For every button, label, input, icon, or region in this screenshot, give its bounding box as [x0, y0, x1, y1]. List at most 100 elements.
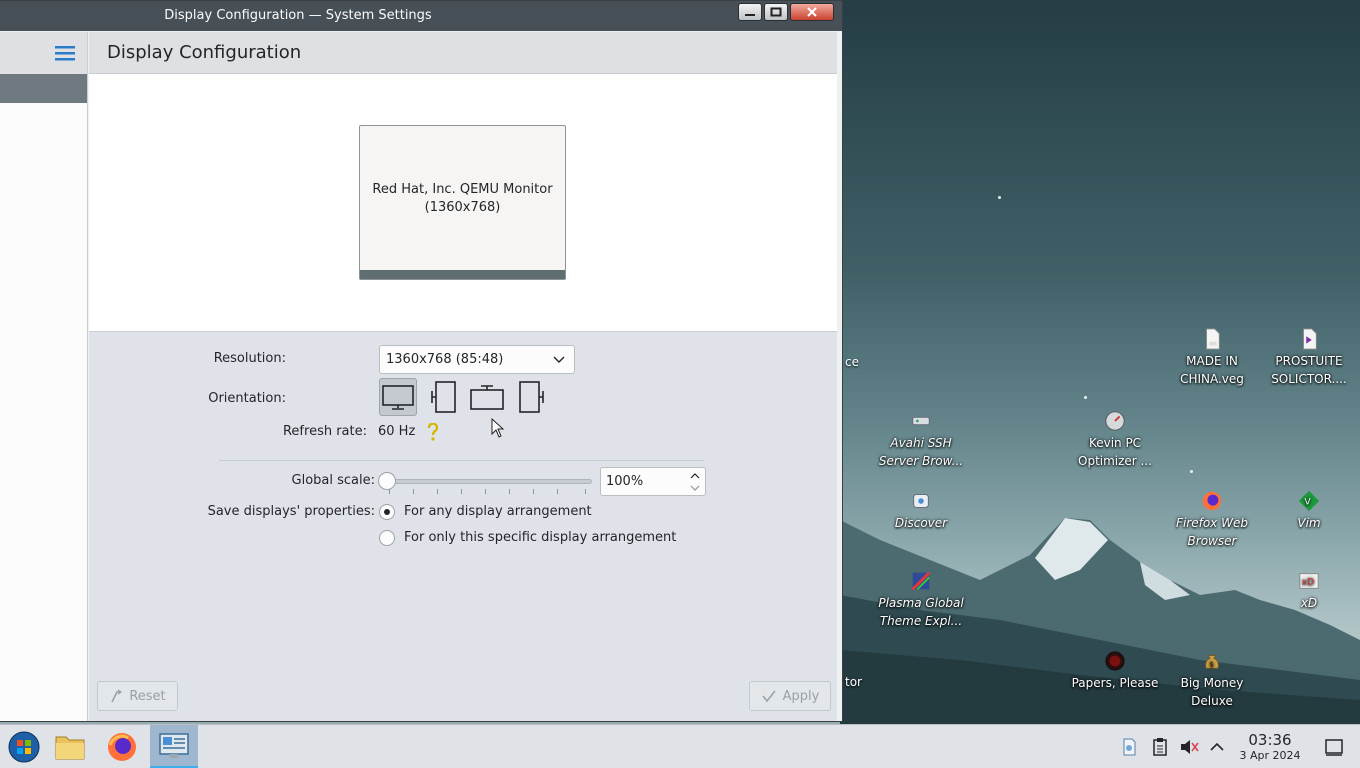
- desktop-icon-kevin-pc[interactable]: Kevin PC Optimizer ...: [1067, 410, 1163, 470]
- digital-clock[interactable]: 03:36 3 Apr 2024: [1232, 732, 1308, 763]
- checkmark-icon: [762, 690, 776, 703]
- firefox-icon: [1202, 491, 1222, 511]
- refresh-rate-label: Refresh rate:: [282, 424, 367, 439]
- resolution-label: Resolution:: [213, 351, 286, 366]
- radio-specific-arrangement-label[interactable]: For only this specific display arrangeme…: [404, 530, 676, 545]
- spin-arrows-icon[interactable]: [689, 470, 701, 494]
- orientation-inverted-button[interactable]: [468, 378, 506, 416]
- clipped-desktop-label: tor: [845, 675, 862, 689]
- desktop-icon-discover[interactable]: Discover: [873, 490, 969, 532]
- minimize-button[interactable]: [738, 3, 762, 21]
- start-menu-button[interactable]: [0, 725, 48, 768]
- vim-icon: V: [1298, 490, 1320, 512]
- radio-any-arrangement-label[interactable]: For any display arrangement: [404, 504, 592, 519]
- sidebar-header: [0, 32, 87, 74]
- global-scale-value: 100%: [606, 474, 644, 489]
- desktop-icon-papers-please[interactable]: Papers, Please: [1067, 650, 1163, 692]
- firefox-icon: [108, 733, 136, 761]
- system-settings-icon: [159, 732, 189, 758]
- reset-label: Reset: [129, 688, 166, 704]
- minimize-icon: [745, 14, 755, 16]
- slider-tick: [389, 489, 390, 494]
- radio-any-arrangement[interactable]: [379, 504, 395, 520]
- desktop-icon-firefox[interactable]: Firefox Web Browser: [1164, 490, 1260, 550]
- radio-specific-arrangement[interactable]: [379, 530, 395, 546]
- resolution-value: 1360x768 (85:48): [386, 352, 504, 367]
- desktop-icon-made-in-china[interactable]: MADE IN CHINA.veg: [1164, 328, 1260, 388]
- close-icon: [807, 7, 817, 17]
- landscape-monitor-icon: [382, 385, 414, 410]
- orientation-label: Orientation:: [208, 391, 286, 406]
- close-button[interactable]: [790, 3, 834, 21]
- star: [1190, 470, 1193, 473]
- start-orb-icon: [8, 731, 40, 763]
- main-content: Display Configuration Red Hat, Inc. QEMU…: [89, 32, 837, 721]
- reset-button[interactable]: Reset: [97, 681, 178, 711]
- mouse-cursor-icon: [491, 418, 505, 438]
- refresh-rate-value: 60 Hz: [378, 424, 416, 439]
- slider-tick: [533, 489, 534, 494]
- help-question-icon[interactable]: [427, 423, 439, 441]
- save-properties-label: Save displays' properties:: [207, 504, 375, 519]
- chevron-up-icon[interactable]: [1207, 737, 1227, 757]
- taskbar-system-settings[interactable]: [150, 725, 198, 768]
- optimizer-icon: [1105, 411, 1125, 431]
- file-icon: [1206, 328, 1220, 350]
- orientation-landscape-button[interactable]: [379, 378, 417, 416]
- global-scale-slider-handle[interactable]: [378, 472, 396, 490]
- clipped-desktop-label: ce: [845, 355, 859, 369]
- network-icon: [912, 416, 930, 426]
- svg-text:V: V: [1304, 497, 1311, 508]
- monitor-name: Red Hat, Inc. QEMU Monitor: [372, 182, 553, 197]
- svg-text:xD: xD: [1302, 577, 1314, 588]
- orientation-portrait-right-button[interactable]: [513, 378, 551, 416]
- desktop-icon-plasma-theme[interactable]: Plasma Global Theme Expl...: [873, 570, 969, 630]
- star: [1084, 396, 1087, 399]
- folder-icon: [55, 736, 85, 760]
- clock-date: 3 Apr 2024: [1239, 749, 1301, 762]
- clock-time: 03:36: [1248, 731, 1292, 749]
- slider-tick: [461, 489, 462, 494]
- show-desktop-icon[interactable]: [1324, 737, 1344, 757]
- chevron-down-icon: [553, 356, 565, 363]
- sidebar-item-selected[interactable]: [0, 74, 87, 103]
- visual-studio-file-icon: [1303, 328, 1317, 350]
- apply-button[interactable]: Apply: [749, 681, 831, 711]
- desktop-icon-avahi-ssh[interactable]: Avahi SSH Server Brow...: [873, 410, 969, 470]
- sidebar: [0, 32, 88, 721]
- desktop-icon-big-money[interactable]: $ Big Money Deluxe: [1164, 650, 1260, 710]
- star: [998, 196, 1001, 199]
- slider-tick: [413, 489, 414, 494]
- orientation-portrait-left-button[interactable]: [424, 378, 462, 416]
- monitor-bar: [360, 270, 565, 279]
- clipboard-icon[interactable]: [1150, 737, 1170, 757]
- hamburger-menu-icon[interactable]: [55, 45, 75, 61]
- taskbar-firefox[interactable]: [98, 725, 146, 768]
- slider-tick: [509, 489, 510, 494]
- slider-tick: [585, 489, 586, 494]
- slider-tick: [557, 489, 558, 494]
- maximize-button[interactable]: [764, 3, 788, 21]
- tray-app-icon[interactable]: [1119, 737, 1139, 757]
- window-titlebar[interactable]: Display Configuration — System Settings: [0, 1, 842, 31]
- desktop-icon-xd[interactable]: xD xD: [1261, 570, 1357, 612]
- papers-please-icon: [1105, 651, 1125, 671]
- apply-label: Apply: [782, 688, 820, 704]
- desktop-icon-vim[interactable]: V Vim: [1261, 490, 1357, 532]
- window-controls: [738, 3, 834, 21]
- volume-muted-icon[interactable]: [1179, 737, 1199, 757]
- discover-icon: [913, 494, 929, 508]
- system-settings-window: Display Configuration — System Settings …: [0, 0, 843, 722]
- inverted-monitor-icon: [470, 385, 504, 410]
- taskbar-file-manager[interactable]: [46, 725, 94, 768]
- reset-icon: [111, 689, 123, 703]
- resolution-dropdown[interactable]: 1360x768 (85:48): [379, 345, 575, 374]
- desktop-icon-prostuite[interactable]: PROSTUITE SOLICTOR....: [1261, 328, 1357, 388]
- display-preview-area: Red Hat, Inc. QEMU Monitor (1360x768): [89, 74, 837, 332]
- page-title: Display Configuration: [89, 32, 837, 74]
- monitor-preview[interactable]: Red Hat, Inc. QEMU Monitor (1360x768): [359, 125, 566, 280]
- global-scale-spinbox[interactable]: 100%: [600, 467, 706, 496]
- money-bag-icon: $: [1205, 655, 1219, 669]
- global-scale-slider[interactable]: [387, 479, 592, 484]
- xd-icon: xD: [1299, 573, 1319, 589]
